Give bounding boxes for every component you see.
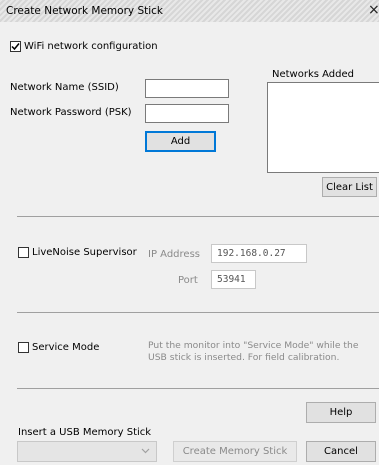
service-mode-checkbox-row[interactable]: Service Mode <box>18 342 99 353</box>
add-button[interactable]: Add <box>145 131 216 152</box>
separator <box>17 388 379 389</box>
wifi-checkbox-row[interactable]: WiFi network configuration <box>10 41 158 52</box>
port-label: Port <box>178 275 198 286</box>
separator <box>17 216 379 217</box>
livenoise-checkbox-label: LiveNoise Supervisor <box>32 247 137 258</box>
window-title: Create Network Memory Stick <box>6 5 163 17</box>
networks-added-label: Networks Added <box>272 69 355 80</box>
checkmark-icon <box>11 43 20 51</box>
ip-address-input[interactable]: 192.168.0.27 <box>211 244 307 263</box>
networks-added-list[interactable] <box>267 82 379 173</box>
ssid-input[interactable] <box>145 79 229 98</box>
service-mode-checkbox[interactable] <box>18 342 29 353</box>
chevron-down-icon <box>141 448 150 454</box>
help-button[interactable]: Help <box>306 402 376 423</box>
service-mode-checkbox-label: Service Mode <box>32 342 100 353</box>
create-memory-stick-button[interactable]: Create Memory Stick <box>173 441 297 462</box>
ssid-label: Network Name (SSID) <box>10 82 119 93</box>
wifi-checkbox[interactable] <box>10 41 21 52</box>
cancel-button[interactable]: Cancel <box>306 441 376 462</box>
livenoise-checkbox-row[interactable]: LiveNoise Supervisor <box>18 247 137 258</box>
separator <box>17 312 379 313</box>
port-input[interactable]: 53941 <box>211 270 256 289</box>
insert-usb-label: Insert a USB Memory Stick <box>18 427 152 438</box>
clear-list-button[interactable]: Clear List <box>322 177 377 197</box>
title-bar: Create Network Memory Stick × <box>0 0 379 22</box>
wifi-checkbox-label: WiFi network configuration <box>24 41 158 52</box>
close-icon[interactable]: × <box>368 2 379 18</box>
psk-label: Network Password (PSK) <box>10 107 132 118</box>
usb-memory-stick-select[interactable] <box>17 441 157 462</box>
psk-input[interactable] <box>145 104 229 123</box>
livenoise-checkbox[interactable] <box>18 247 29 258</box>
service-mode-description: Put the monitor into "Service Mode" whil… <box>148 340 359 363</box>
ip-address-label: IP Address <box>148 249 200 260</box>
